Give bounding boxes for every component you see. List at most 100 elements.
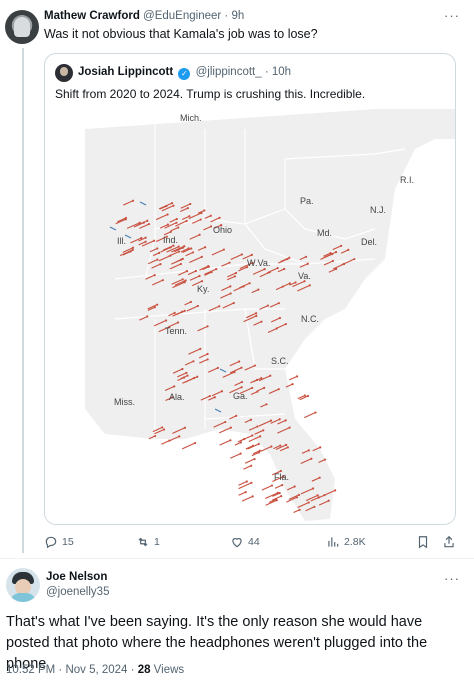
- shift-arrow-tip: [291, 383, 294, 386]
- shift-arrow-tip: [183, 426, 187, 429]
- label-ga: Ga.: [233, 391, 248, 401]
- shift-arrow-tip: [209, 225, 213, 228]
- separator: ·: [264, 66, 269, 78]
- shift-arrow-tip: [153, 434, 157, 438]
- shift-arrow-tip: [238, 360, 241, 363]
- shift-arrow-tip: [279, 444, 282, 447]
- shift-arrow-tip: [185, 371, 188, 374]
- avatar[interactable]: [6, 568, 40, 602]
- shift-arrow-tip: [278, 418, 281, 421]
- reply-count: 15: [62, 536, 74, 548]
- shift-arrow-tip: [251, 444, 255, 447]
- shift-arrow-tip: [250, 481, 253, 484]
- shift-arrow-tip: [144, 240, 147, 243]
- shift-arrow-tip: [159, 263, 162, 266]
- quoted-avatar[interactable]: [55, 64, 73, 82]
- shift-arrow-tip: [198, 233, 201, 236]
- shift-arrow-tip: [295, 375, 299, 378]
- shift-arrow-tip: [278, 316, 282, 320]
- shift-arrow-tip: [269, 419, 273, 422]
- shift-arrow-tip: [185, 219, 188, 223]
- author-name[interactable]: Mathew Crawford: [44, 10, 140, 22]
- shift-arrow-tip: [218, 216, 221, 219]
- shift-arrow-tip: [293, 485, 296, 488]
- avatar[interactable]: [5, 10, 39, 44]
- label-wva: W.Va.: [247, 258, 270, 268]
- shift-arrow-tip: [198, 274, 201, 278]
- shift-arrow-tip: [183, 309, 186, 312]
- shift-arrow-tip: [140, 236, 143, 240]
- views-button[interactable]: 2.8K: [326, 535, 366, 549]
- bookmark-icon: [418, 536, 428, 549]
- label-pa: Pa.: [300, 196, 314, 206]
- bookmark-button[interactable]: [416, 535, 430, 549]
- shift-arrow-tip: [298, 508, 301, 511]
- shift-arrow-tip: [177, 245, 180, 248]
- shift-arrow-tip: [335, 267, 338, 271]
- author-name[interactable]: Joe Nelson: [46, 571, 107, 583]
- shift-arrow-tip: [178, 435, 181, 438]
- shift-arrow-tip: [232, 301, 235, 305]
- shift-arrow-tip: [306, 394, 310, 398]
- repost-count: 1: [154, 536, 160, 548]
- tweet-timestamp[interactable]: 10:52 PM · Nov 5, 2024 ·: [6, 664, 138, 676]
- shift-arrow-tip: [229, 285, 232, 288]
- shift-arrow-tip: [313, 505, 316, 508]
- quoted-author-name[interactable]: Josiah Lippincott: [78, 66, 173, 78]
- shift-arrow-tip: [285, 443, 288, 446]
- shift-arrow-tip: [146, 315, 149, 318]
- shift-arrow-tip: [319, 446, 322, 449]
- quoted-author-handle[interactable]: @jlippincott_: [196, 66, 262, 78]
- shift-arrow-tip: [181, 367, 184, 371]
- shift-arrow-tip: [294, 281, 297, 284]
- more-options-icon[interactable]: ···: [444, 571, 460, 586]
- shift-arrow-tip: [281, 484, 284, 487]
- shift-arrow-tip: [281, 285, 284, 288]
- action-bar: 15 1 44 2.8K: [44, 535, 464, 553]
- shift-arrow-tip: [233, 275, 237, 278]
- author-handle[interactable]: @joenelly35: [46, 586, 109, 598]
- shift-arrow-tip: [347, 248, 350, 252]
- shift-arrow-tip: [164, 319, 168, 322]
- quoted-text: Shift from 2020 to 2024. Trump is crushi…: [55, 87, 366, 101]
- shift-arrow-tip: [220, 390, 224, 393]
- shift-arrow-tip: [280, 495, 283, 498]
- label-del: Del.: [361, 237, 377, 247]
- shift-arrow-tip: [200, 255, 203, 258]
- quoted-tweet[interactable]: Josiah Lippincott ✓ @jlippincott_ · 10h …: [44, 53, 456, 525]
- shift-arrow-tip: [203, 209, 206, 212]
- shift-arrow-tip: [316, 494, 319, 497]
- shift-arrow-tip: [173, 311, 176, 315]
- quoted-timestamp[interactable]: 10h: [272, 66, 291, 78]
- shift-arrow-tip: [243, 437, 246, 441]
- like-button[interactable]: 44: [230, 535, 260, 549]
- shift-arrow-tip: [189, 202, 192, 206]
- reply-button[interactable]: 15: [44, 535, 74, 549]
- label-ill: Ill.: [117, 236, 126, 246]
- shift-arrow-tip: [206, 352, 209, 356]
- shift-arrow-tip: [286, 446, 289, 449]
- thread-line: [22, 48, 24, 553]
- shift-arrow-tip: [259, 435, 262, 438]
- shift-arrow-tip: [208, 394, 211, 398]
- shift-arrow-tip: [240, 366, 243, 369]
- author-handle[interactable]: @EduEngineer: [143, 10, 221, 22]
- more-options-icon[interactable]: ···: [444, 8, 460, 23]
- shift-arrow-tip: [260, 320, 263, 323]
- shift-arrow-tip: [257, 442, 260, 446]
- timestamp[interactable]: 9h: [231, 10, 244, 22]
- shift-arrow-tip: [228, 261, 231, 264]
- shift-arrow-tip: [190, 247, 193, 250]
- heart-icon: [232, 538, 242, 548]
- shift-arrow-tip: [283, 267, 286, 271]
- shift-arrow-tip: [270, 445, 273, 448]
- share-icon: [444, 535, 454, 548]
- election-shift-map[interactable]: Mich. Pa. R.I. N.J. Ill. Ind. Ohio Md. D…: [45, 109, 456, 525]
- shift-arrow-tip: [229, 292, 232, 295]
- shift-arrow-tip: [222, 248, 225, 251]
- shift-arrow-tip: [175, 217, 178, 221]
- shift-arrow-tip: [249, 418, 253, 421]
- share-button[interactable]: [442, 535, 456, 549]
- repost-button[interactable]: 1: [136, 535, 160, 549]
- reply-tweet[interactable]: Mathew Crawford @EduEngineer · 9h ··· Wa…: [0, 0, 474, 553]
